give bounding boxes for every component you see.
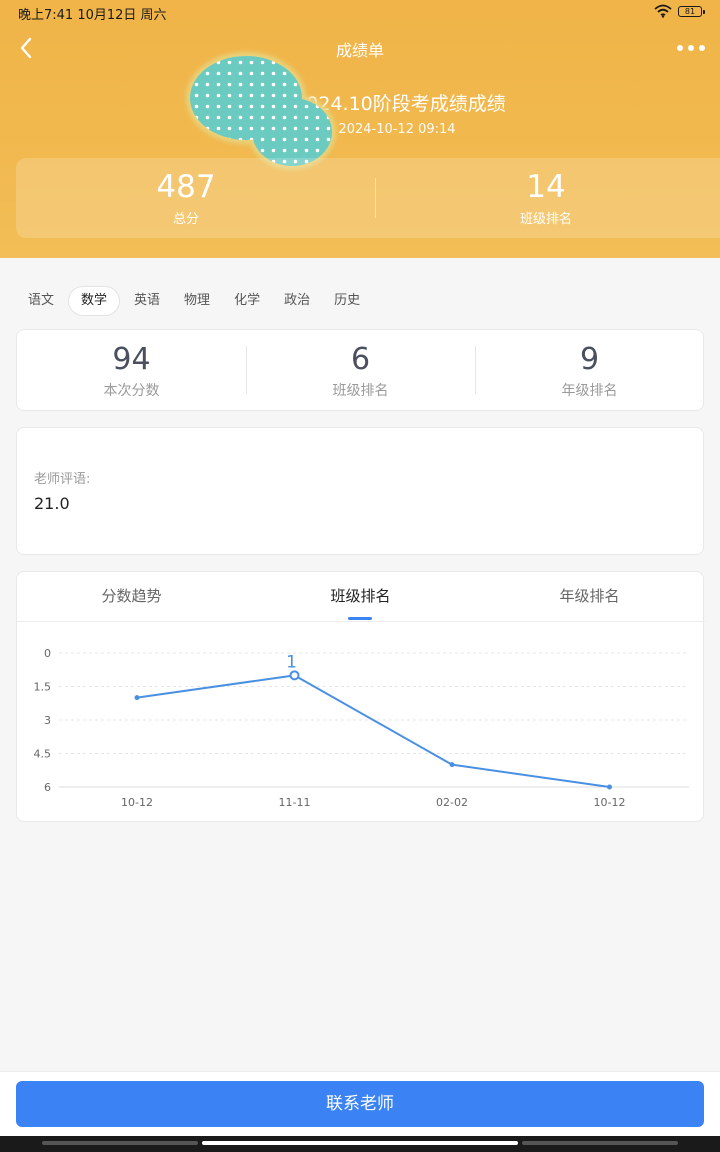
data-point xyxy=(449,762,455,768)
subject-class-rank: 6 班级排名 xyxy=(246,342,475,400)
home-indicator[interactable] xyxy=(202,1141,518,1145)
total-score: 487 总分 xyxy=(16,168,356,227)
subject-grade-rank-value: 9 xyxy=(579,342,600,377)
avatar xyxy=(186,52,336,170)
subject-score-label: 本次分数 xyxy=(103,383,160,399)
x-tick-label: 02-02 xyxy=(436,796,468,809)
tab-english[interactable]: 英语 xyxy=(122,286,172,316)
y-tick-label: 3 xyxy=(44,714,51,727)
data-label: 1 xyxy=(286,652,297,672)
series-line xyxy=(136,674,610,788)
contact-teacher-button[interactable]: 联系老师 xyxy=(16,1081,704,1127)
tab-grade-rank[interactable]: 年级排名 xyxy=(475,572,704,622)
status-icons: 81 xyxy=(654,4,705,18)
exam-date: 2024-10-12 09:14 xyxy=(338,122,456,137)
tab-chemistry[interactable]: 化学 xyxy=(222,286,272,316)
tab-chinese[interactable]: 语文 xyxy=(16,286,66,316)
subject-class-rank-value: 6 xyxy=(350,342,371,377)
active-tab-indicator xyxy=(348,617,372,620)
y-tick-label: 0 xyxy=(44,647,51,660)
tab-class-rank[interactable]: 班级排名 xyxy=(246,572,475,622)
status-time: 晚上7:41 10月12日 周六 xyxy=(18,8,167,23)
tab-politics[interactable]: 政治 xyxy=(272,286,322,316)
battery-icon: 81 xyxy=(678,5,705,17)
tab-history[interactable]: 历史 xyxy=(322,286,372,316)
comment-value: 21.0 xyxy=(34,494,70,513)
subject-score-value: 94 xyxy=(112,342,151,377)
page-title: 成绩单 xyxy=(335,41,384,60)
score-card: 94 本次分数 6 班级排名 9 年级排名 xyxy=(16,329,704,411)
nav-hint xyxy=(42,1141,198,1145)
subject-grade-rank-label: 年级排名 xyxy=(561,383,618,399)
class-rank: 14 班级排名 xyxy=(376,168,716,227)
wifi-icon xyxy=(654,4,672,18)
status-bar: 晚上7:41 10月12日 周六 81 xyxy=(0,0,720,24)
rank-line-chart: 0 1.5 3 4.5 6 10-12 11-11 02-02 10-12 1 xyxy=(34,647,689,809)
y-tick-label: 4.5 xyxy=(34,748,52,761)
total-score-label: 总分 xyxy=(172,212,199,227)
comment-label: 老师评语: xyxy=(34,472,91,487)
tab-physics[interactable]: 物理 xyxy=(172,286,222,316)
exam-title: 2024.10阶段考成绩成绩 xyxy=(294,93,506,115)
subject-class-rank-label: 班级排名 xyxy=(332,383,389,399)
chart-card: 分数趋势 班级排名 年级排名 0 1.5 3 4.5 6 10-12 11-11 02-02 1… xyxy=(16,571,705,822)
data-point xyxy=(134,695,140,701)
more-dots-icon[interactable] xyxy=(676,40,706,56)
x-tick-label: 11-11 xyxy=(279,796,311,809)
subject-score: 94 本次分数 xyxy=(17,342,246,400)
subject-grade-rank: 9 年级排名 xyxy=(475,342,704,400)
total-score-value: 487 xyxy=(156,169,216,205)
data-point xyxy=(607,784,612,790)
tab-score-trend[interactable]: 分数趋势 xyxy=(17,572,246,622)
class-rank-value: 14 xyxy=(526,169,566,205)
chart-tabs: 分数趋势 班级排名 年级排名 xyxy=(17,572,705,622)
highlight-point xyxy=(289,670,300,681)
subject-tabs: 语文 数学 英语 物理 化学 政治 历史 xyxy=(16,286,372,316)
summary-card: 487 总分 14 班级排名 xyxy=(16,158,720,238)
y-tick-label: 1.5 xyxy=(34,681,52,694)
y-tick-label: 6 xyxy=(44,781,51,794)
nav-hint xyxy=(522,1141,678,1145)
comment-card: 老师评语: 21.0 xyxy=(16,427,704,555)
header: 晚上7:41 10月12日 周六 81 成绩单 2024.10阶段考成绩成绩 2… xyxy=(0,0,720,258)
x-tick-label: 10-12 xyxy=(121,796,153,809)
tab-math[interactable]: 数学 xyxy=(68,286,121,316)
class-rank-label: 班级排名 xyxy=(519,212,572,227)
x-tick-label: 10-12 xyxy=(594,796,626,809)
